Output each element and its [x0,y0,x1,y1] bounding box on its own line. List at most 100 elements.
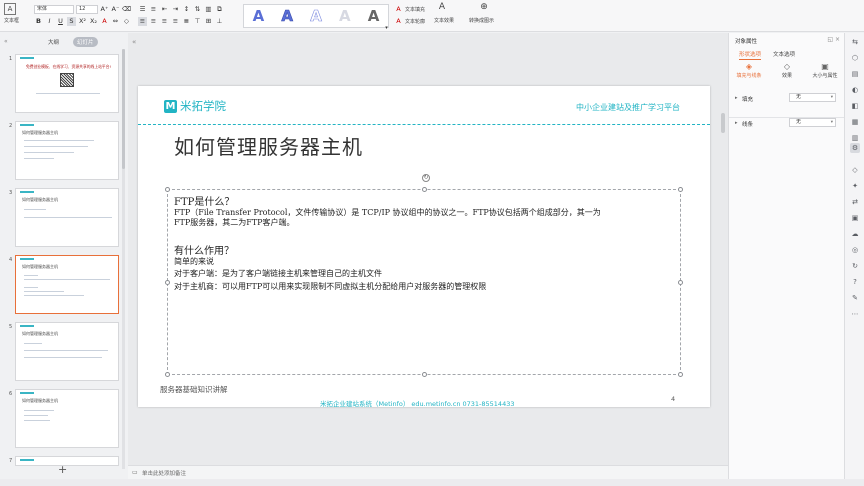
animation-icon[interactable]: ✦ [850,181,860,191]
slide-thumbnail-3[interactable]: 如何管理服务器主机 [15,188,119,247]
help-icon[interactable]: ? [850,277,860,287]
layer-icon[interactable]: ◧ [850,101,860,111]
collapse-left-icon[interactable]: « [132,38,136,46]
text-box-group[interactable]: A 文本框 [4,3,19,24]
line-row[interactable]: ▸ 线条 无 ▾ [735,118,839,128]
align-top-icon[interactable]: ⊤ [193,17,202,26]
wordart-style-2[interactable]: A [281,7,293,26]
fill-row[interactable]: ▸ 填充 无 ▾ [735,93,839,103]
thumbnail-scrollbar[interactable] [122,49,125,169]
properties-icon[interactable]: ⚙ [850,143,860,153]
more-icon[interactable]: ⋯ [850,309,860,319]
bold-icon[interactable]: B [34,17,43,26]
content-text-box[interactable]: ↻ FTP是什么？ FTP（File Transfer Protocol，文件传… [165,174,683,377]
increase-indent-icon[interactable]: ⇥ [171,5,180,14]
justify-icon[interactable]: ≡ [171,17,180,26]
font-size-select[interactable]: 12 [76,5,98,14]
italic-icon[interactable]: I [45,17,54,26]
add-slide-button[interactable]: + [58,463,67,476]
subtab-fill-line[interactable]: ◈ 填充与线条 [735,62,763,79]
tab-text-options[interactable]: 文本选项 [773,50,795,60]
align-right-icon[interactable]: ≡ [160,17,169,26]
resize-handle-se[interactable] [678,372,683,377]
align-bottom-icon[interactable]: ⊥ [215,17,224,26]
pin-icon[interactable]: ◱ [827,36,833,43]
resize-handle-ne[interactable] [678,187,683,192]
slide-thumbnail-1[interactable]: 免费创业模板、在线学习、资源共享的线上站平台! [15,54,119,113]
close-icon[interactable]: × [835,36,840,43]
eraser-icon[interactable]: ◇ [122,17,131,26]
align-center-icon[interactable]: ≡ [149,17,158,26]
font-color-icon[interactable]: A [100,17,109,26]
slide[interactable]: M 米拓学院 中小企业建站及推广学习平台 如何管理服务器主机 ↻ FTP是什么？… [138,86,710,408]
tab-shape-options[interactable]: 形状选项 [739,50,762,60]
gallery-expand-icon[interactable]: ▾ [382,24,391,33]
clear-format-icon[interactable]: ⌫ [122,5,131,14]
numbered-list-icon[interactable]: ≡ [149,5,158,14]
slide-thumbnail-4[interactable]: 如何管理服务器主机 [15,255,119,314]
subtab-size-properties[interactable]: ▣ 大小与属性 [811,62,839,79]
notes-placeholder[interactable]: 单击此处添加备注 [142,469,186,477]
fill-select[interactable]: 无 ▾ [789,93,836,102]
chart-icon[interactable]: ▥ [850,133,860,143]
strikethrough-icon[interactable]: S [67,17,76,26]
resize-handle-w[interactable] [165,280,170,285]
decrease-indent-icon[interactable]: ⇤ [160,5,169,14]
char-spacing-icon[interactable]: ⇔ [111,17,120,26]
resize-handle-e[interactable] [678,280,683,285]
collapse-panel-icon[interactable]: « [4,38,8,45]
tab-outline[interactable]: 大纲 [44,37,63,47]
columns-icon[interactable]: ▥ [204,5,213,14]
slide-title[interactable]: 如何管理服务器主机 [174,131,363,160]
shape-icon[interactable]: ⬡ [850,53,860,63]
image-icon[interactable]: ▣ [850,213,860,223]
superscript-icon[interactable]: X² [78,17,87,26]
decrease-font-icon[interactable]: A⁻ [111,5,120,14]
backup-icon[interactable]: ☁ [850,229,860,239]
slide-thumbnail-5[interactable]: 如何管理服务器主机 [15,322,119,381]
resize-handle-n[interactable] [422,187,427,192]
expand-arrow-icon[interactable]: ▸ [735,120,738,126]
table-icon[interactable]: ▦ [850,117,860,127]
canvas-scrollbar[interactable] [721,113,725,133]
distributed-icon[interactable]: ≣ [182,17,191,26]
style-icon[interactable]: ◐ [850,85,860,95]
subscript-icon[interactable]: X₂ [89,17,98,26]
convert-to-image-group[interactable]: ⊕ 转换成图示 [469,3,494,25]
text-direction-icon[interactable]: ⇅ [193,5,202,14]
text-outline-label[interactable]: 文本轮廓 [405,18,425,25]
increase-font-icon[interactable]: A⁺ [100,5,109,14]
format-icon[interactable]: ◇ [850,165,860,175]
settings-icon[interactable]: ✎ [850,293,860,303]
align-left-icon[interactable]: ≡ [138,17,147,26]
resize-handle-s[interactable] [422,372,427,377]
notes-bar[interactable]: ▭ 单击此处添加备注 [128,465,728,479]
expand-sidebar-icon[interactable]: ⇆ [850,37,860,47]
wordart-style-5[interactable]: A [368,7,380,25]
font-name-select[interactable]: 宋体 [34,5,74,14]
slide-thumbnail-2[interactable]: 如何管理服务器主机 [15,121,119,180]
bullet-list-icon[interactable]: ☰ [138,5,147,14]
resize-handle-nw[interactable] [165,187,170,192]
line-spacing-icon[interactable]: ↕ [182,5,191,14]
text-fill-label[interactable]: 文本填充 [405,6,425,13]
line-select[interactable]: 无 ▾ [789,118,836,127]
history-icon[interactable]: ↻ [850,261,860,271]
transition-icon[interactable]: ⇄ [850,197,860,207]
slide-thumbnail-6[interactable]: 如何管理服务器主机 [15,389,119,448]
rotate-handle-icon[interactable]: ↻ [422,174,430,182]
expand-arrow-icon[interactable]: ▸ [735,95,738,101]
wordart-style-1[interactable]: A [253,7,265,25]
tab-slides[interactable]: 幻灯片 [73,37,98,47]
wordart-style-4[interactable]: A [339,7,351,25]
wordart-gallery[interactable]: A A A A A [243,4,389,28]
target-icon[interactable]: ◎ [850,245,860,255]
wordart-style-3[interactable]: A [310,7,322,26]
subtab-effects[interactable]: ◇ 效果 [773,62,801,79]
underline-icon[interactable]: U [56,17,65,26]
template-icon[interactable]: ▤ [850,69,860,79]
text-effect-group[interactable]: A 文本效果 [434,3,454,25]
smartart-icon[interactable]: ⧉ [215,5,224,14]
resize-handle-sw[interactable] [165,372,170,377]
align-middle-icon[interactable]: ⊞ [204,17,213,26]
